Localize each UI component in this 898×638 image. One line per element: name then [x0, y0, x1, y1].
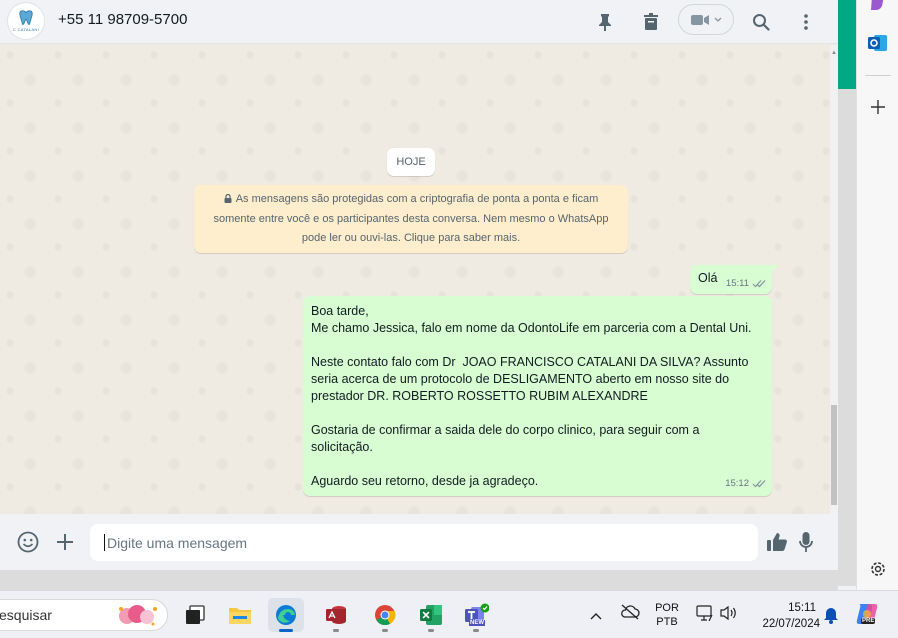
avatar-logo-text: C CATALANI: [13, 27, 39, 32]
message-meta: 15:12: [725, 475, 766, 492]
language-code: POR: [655, 602, 679, 614]
video-call-button[interactable]: [678, 4, 734, 35]
message-line: Me chamo Jessica, falo em nome da Odonto…: [311, 321, 752, 335]
keyboard-layout: PTB: [656, 616, 678, 628]
double-check-icon: [752, 280, 766, 288]
message-meta: 15:11: [726, 278, 766, 289]
encryption-notice[interactable]: As mensagens são protegidas com a cripto…: [194, 185, 628, 253]
message-line: Gostaria de confirmar a saida dele do co…: [311, 423, 700, 437]
attach-plus-icon[interactable]: [52, 529, 78, 555]
notification-bell-icon[interactable]: [823, 606, 839, 629]
clock-time: 15:11: [788, 602, 816, 614]
search-icon[interactable]: [748, 9, 774, 35]
text-caret: [104, 534, 105, 551]
message-line: seria acerca de um protocolo de DESLIGAM…: [311, 372, 730, 386]
search-highlight-illustration-icon: [119, 605, 157, 626]
contact-name[interactable]: +55 11 98709-5700: [58, 11, 187, 28]
message-bubble-outgoing[interactable]: Boa tarde, Me chamo Jessica, falo em nom…: [303, 296, 772, 496]
taskbar-access[interactable]: [318, 598, 354, 632]
sidebar-separator: [865, 75, 891, 76]
accent-strip: [838, 0, 856, 89]
taskbar-teams[interactable]: NEW: [458, 598, 494, 632]
video-camera-icon: [691, 14, 709, 25]
taskbar-task-view[interactable]: [177, 598, 213, 632]
windows-taskbar: esquisar NEW POR PTB 15:11 22/07/2024 PR…: [0, 590, 898, 638]
message-input-placeholder: Digite uma mensagem: [107, 534, 248, 551]
task-view-icon: [186, 605, 205, 624]
chrome-browser-icon: [375, 605, 396, 626]
chat-header: C CATALANI +55 11 98709-5700: [0, 0, 838, 44]
encryption-notice-line: pode ler ou ouvi-las. Clique para saber …: [301, 232, 521, 244]
add-sidebar-app-icon[interactable]: [871, 100, 885, 119]
pin-icon[interactable]: [592, 9, 618, 35]
copilot-preview-badge: PRE: [861, 618, 876, 624]
chevron-up-icon[interactable]: [590, 607, 602, 625]
speaker-volume-icon[interactable]: [720, 605, 738, 626]
running-app-indicator: [333, 629, 339, 632]
browser-edge-sidebar: [856, 0, 898, 590]
taskbar-search-box[interactable]: esquisar: [0, 599, 168, 631]
message-line: prestador DR. ROBERTO ROSSETTO RUBIM ALE…: [311, 389, 648, 403]
message-line: [311, 456, 764, 473]
active-app-indicator: [279, 629, 293, 632]
input-language-indicator[interactable]: POR PTB: [652, 601, 682, 629]
scroll-up-arrow-icon[interactable]: ▲: [830, 49, 838, 57]
edge-browser-icon: [276, 605, 296, 625]
tooth-logo-icon: [19, 10, 33, 25]
network-icon[interactable]: [696, 605, 714, 626]
taskbar-excel[interactable]: [413, 598, 449, 632]
message-line: Neste contato falo com Dr JOAO FRANCISCO…: [311, 355, 749, 369]
message-line: Aguardo seu retorno, desde ja agradeço.: [311, 474, 539, 488]
encryption-notice-line: somente entre você e os participantes de…: [213, 212, 609, 225]
double-check-icon: [752, 480, 766, 488]
running-app-indicator: [428, 629, 434, 632]
taskbar-chrome[interactable]: [367, 598, 403, 632]
message-line: Boa tarde,: [311, 304, 369, 318]
whatsapp-window: C CATALANI +55 11 98709-5700 HOJE As men…: [0, 0, 838, 570]
taskbar-file-explorer[interactable]: [222, 598, 258, 632]
microphone-icon[interactable]: [793, 529, 819, 555]
chat-panel[interactable]: HOJE As mensagens são protegidas com a c…: [0, 45, 830, 514]
excel-app-icon: [420, 605, 442, 625]
emoji-icon[interactable]: [15, 529, 41, 555]
message-line: [311, 405, 764, 422]
contact-avatar[interactable]: C CATALANI: [7, 2, 45, 40]
taskbar-search-text: esquisar: [0, 607, 52, 623]
system-clock[interactable]: 15:11 22/07/2024: [748, 600, 820, 632]
message-line: solicitação.: [311, 440, 373, 454]
access-app-icon: [326, 606, 346, 624]
message-time: 15:12: [725, 478, 749, 489]
running-app-indicator: [473, 629, 479, 632]
trash-icon[interactable]: [638, 9, 664, 35]
message-time: 15:11: [725, 278, 749, 289]
copilot-sidebar-icon[interactable]: [870, 0, 886, 15]
message-text: Olá: [698, 271, 718, 285]
thumbs-up-icon[interactable]: [764, 529, 790, 555]
lock-icon: [224, 193, 232, 203]
window-bottom-gap: [0, 570, 838, 590]
teams-new-badge: NEW: [469, 620, 485, 626]
scrollbar-thumb[interactable]: [831, 405, 837, 505]
message-bubble-outgoing[interactable]: Olá 15:11: [690, 265, 779, 294]
encryption-notice-line: As mensagens são protegidas com a cripto…: [235, 193, 599, 205]
copilot-taskbar-icon[interactable]: PRE: [855, 602, 879, 631]
message-input[interactable]: Digite uma mensagem: [90, 524, 758, 561]
folder-icon: [229, 608, 251, 624]
chevron-down-icon: [714, 17, 722, 22]
gear-icon[interactable]: [869, 560, 887, 583]
chat-scrollbar[interactable]: ▲: [830, 45, 838, 514]
running-app-indicator: [382, 629, 388, 632]
clock-date: 22/07/2024: [762, 618, 820, 630]
message-line: [311, 337, 764, 354]
taskbar-edge[interactable]: [268, 598, 304, 632]
day-separator: HOJE: [387, 148, 435, 176]
cloud-offline-icon[interactable]: [620, 604, 640, 625]
bubble-tail: [771, 265, 779, 273]
message-composer: Digite uma mensagem: [0, 514, 838, 570]
menu-kebab-icon[interactable]: [793, 9, 819, 35]
outlook-icon[interactable]: [868, 34, 888, 57]
